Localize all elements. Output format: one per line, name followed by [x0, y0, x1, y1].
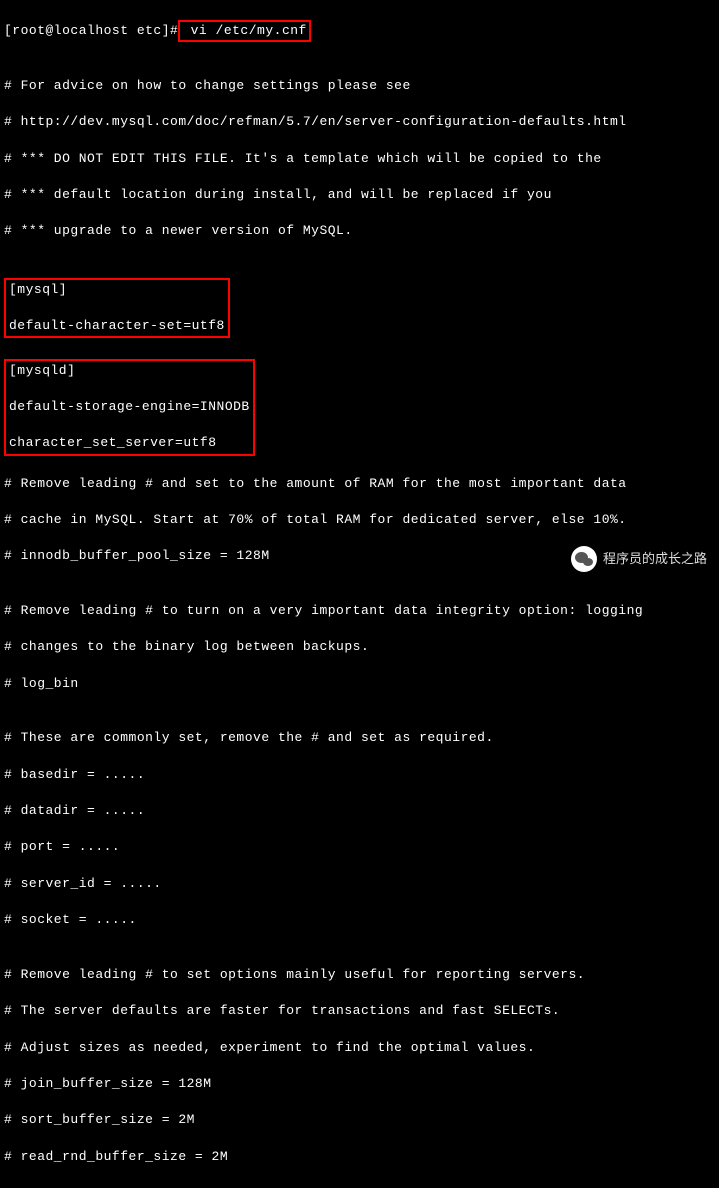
comment-line: # basedir = ..... [4, 766, 715, 784]
comment-line: # log_bin [4, 675, 715, 693]
comment-line: # port = ..... [4, 838, 715, 856]
comment-line: # changes to the binary log between back… [4, 638, 715, 656]
comment-line: # For advice on how to change settings p… [4, 77, 715, 95]
watermark-text: 程序员的成长之路 [603, 550, 707, 568]
comment-line: # Remove leading # and set to the amount… [4, 475, 715, 493]
comment-line: # datadir = ..... [4, 802, 715, 820]
comment-line: # The server defaults are faster for tra… [4, 1002, 715, 1020]
comment-line: # These are commonly set, remove the # a… [4, 729, 715, 747]
highlighted-command: vi /etc/my.cnf [178, 20, 311, 42]
comment-line: # cache in MySQL. Start at 70% of total … [4, 511, 715, 529]
highlighted-mysql-section: [mysql] default-character-set=utf8 [4, 278, 230, 339]
comment-line: # socket = ..... [4, 911, 715, 929]
comment-line: # http://dev.mysql.com/doc/refman/5.7/en… [4, 113, 715, 131]
comment-line: # *** DO NOT EDIT THIS FILE. It's a temp… [4, 150, 715, 168]
comment-line: # sort_buffer_size = 2M [4, 1111, 715, 1129]
comment-line: # Remove leading # to set options mainly… [4, 966, 715, 984]
prompt-user: [root@localhost etc]# [4, 23, 178, 38]
comment-line: # *** upgrade to a newer version of MySQ… [4, 222, 715, 240]
comment-line: # Adjust sizes as needed, experiment to … [4, 1039, 715, 1057]
comment-line: # server_id = ..... [4, 875, 715, 893]
comment-line: # read_rnd_buffer_size = 2M [4, 1148, 715, 1166]
watermark: 程序员的成长之路 [571, 546, 707, 572]
comment-line: # join_buffer_size = 128M [4, 1075, 715, 1093]
comment-line: # Remove leading # to turn on a very imp… [4, 602, 715, 620]
comment-line: # *** default location during install, a… [4, 186, 715, 204]
terminal-output[interactable]: [root@localhost etc]# vi /etc/my.cnf # F… [4, 4, 715, 1188]
highlighted-mysqld-section: [mysqld] default-storage-engine=INNODB c… [4, 359, 255, 456]
wechat-icon [571, 546, 597, 572]
